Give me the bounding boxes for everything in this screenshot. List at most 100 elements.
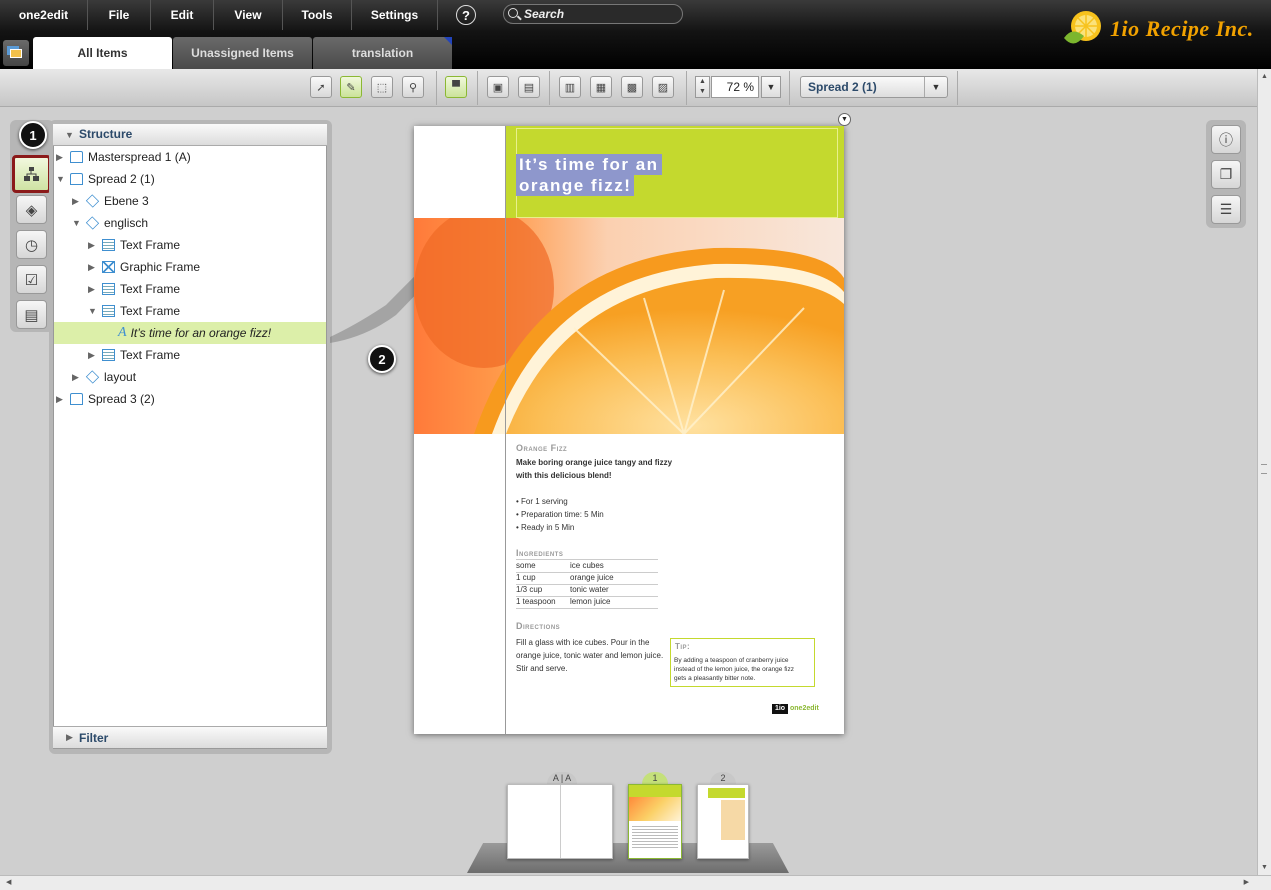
bullet-ready[interactable]: • Ready in 5 Min <box>516 523 574 532</box>
toolbar-divider <box>549 71 550 105</box>
tree-item[interactable]: ▶ layout <box>54 366 326 388</box>
select-tool-icon[interactable]: ➚ <box>310 76 332 98</box>
recipe-title[interactable]: Orange Fizz <box>516 443 567 453</box>
pencil-tool-icon[interactable]: ✎ <box>340 76 362 98</box>
text-frame-icon <box>102 305 115 317</box>
directions-line-1[interactable]: Fill a glass with ice cubes. Pour in the <box>516 638 649 647</box>
intro-line-2[interactable]: with this delicious blend! <box>516 471 612 480</box>
tree-item[interactable]: ▼ englisch <box>54 212 326 234</box>
menu-one2edit[interactable]: one2edit <box>0 0 88 30</box>
history-clock-icon[interactable]: ◷ <box>16 230 47 259</box>
menu-file[interactable]: File <box>88 0 151 30</box>
expand-arrow-icon[interactable]: ▼ <box>88 306 102 316</box>
comments-icon[interactable]: ▤ <box>16 300 47 329</box>
menu-settings[interactable]: Settings <box>352 0 438 30</box>
structure-panel-header[interactable]: Structure <box>53 124 327 146</box>
expand-arrow-icon[interactable]: ▶ <box>56 394 70 405</box>
bullet-serving[interactable]: • For 1 serving <box>516 497 568 506</box>
expand-arrow-icon[interactable]: ▶ <box>88 284 102 295</box>
expand-arrow-icon[interactable]: ▼ <box>56 174 70 184</box>
tree-item[interactable]: ▶ Graphic Frame <box>54 256 326 278</box>
expand-arrow-icon[interactable]: ▶ <box>72 372 86 383</box>
thumbnail-page-2[interactable] <box>697 784 749 859</box>
page-icon <box>70 151 83 163</box>
ingredient-row[interactable]: some ice cubes <box>516 561 658 573</box>
frame-tool-icon[interactable]: ⬚ <box>371 76 393 98</box>
structure-icon[interactable] <box>12 155 51 193</box>
info-icon[interactable]: ⓘ <box>1211 125 1241 154</box>
orange-photo[interactable] <box>414 218 844 434</box>
thumbnail-page-1[interactable] <box>628 784 682 859</box>
ingredient-row[interactable]: 1 teaspoon lemon juice <box>516 597 658 609</box>
callout-marker-2: 2 <box>368 345 396 373</box>
intro-line-1[interactable]: Make boring orange juice tangy and fizzy <box>516 458 672 467</box>
page-icon <box>70 393 83 405</box>
expand-arrow-icon[interactable]: ▶ <box>88 350 102 361</box>
menu-tools[interactable]: Tools <box>283 0 352 30</box>
expand-arrow-icon[interactable]: ▶ <box>88 240 102 251</box>
tree-item[interactable]: ▶ Text Frame <box>54 278 326 300</box>
expand-arrow-icon[interactable]: ▶ <box>88 262 102 273</box>
one2edit-logo-icon: 1io <box>772 704 788 714</box>
vertical-scrollbar[interactable]: ▲ ▼ <box>1257 69 1271 875</box>
title-line-1[interactable]: It’s time for an <box>516 154 662 175</box>
thumbnail-masterspread[interactable] <box>507 784 613 859</box>
search-input[interactable]: Search <box>503 4 683 24</box>
tree-item[interactable]: ▶ Ebene 3 <box>54 190 326 212</box>
tasks-check-icon[interactable]: ☑ <box>16 265 47 294</box>
tree-item[interactable]: ▼ Spread 2 (1) <box>54 168 326 190</box>
tree-item[interactable]: ▶ Text Frame <box>54 344 326 366</box>
tree-item-label: Text Frame <box>120 238 181 252</box>
tree-item-selected[interactable]: A It’s time for an orange fizz! <box>54 322 326 344</box>
expand-arrow-icon[interactable]: ▶ <box>56 152 70 163</box>
menu-edit[interactable]: Edit <box>151 0 214 30</box>
tree-item-label: Text Frame <box>120 348 181 362</box>
tree-item[interactable]: ▶ Spread 3 (2) <box>54 388 326 410</box>
page-guide-line <box>505 126 506 734</box>
directions-line-2[interactable]: orange juice, tonic water and lemon juic… <box>516 651 663 660</box>
menu-view[interactable]: View <box>214 0 283 30</box>
expand-arrow-icon[interactable]: ▶ <box>72 196 86 207</box>
filter-panel-header[interactable]: Filter <box>53 726 327 748</box>
single-page-icon[interactable]: ▥ <box>559 76 581 98</box>
layers-icon[interactable]: ◈ <box>16 195 47 224</box>
expand-arrow-icon[interactable]: ▼ <box>72 218 86 228</box>
thumb-label-2: 2 <box>710 772 736 784</box>
text-view-icon[interactable]: ▤ <box>518 76 540 98</box>
page-menu-icon[interactable]: ▼ <box>838 113 851 126</box>
image-view-icon[interactable]: ▣ <box>487 76 509 98</box>
list-icon[interactable]: ☰ <box>1211 195 1241 224</box>
chevron-down-icon[interactable]: ▼ <box>924 77 947 97</box>
directions-heading[interactable]: Directions <box>516 621 560 631</box>
zoom-stepper[interactable]: ▲ ▼ <box>695 76 710 98</box>
ingredient-row[interactable]: 1/3 cup tonic water <box>516 585 658 597</box>
preview-icon[interactable]: ▨ <box>652 76 674 98</box>
horizontal-scrollbar[interactable]: ◀ ▶ <box>0 875 1271 890</box>
tree-item[interactable]: ▶ Masterspread 1 (A) <box>54 146 326 168</box>
help-icon[interactable]: ? <box>456 5 476 25</box>
tip-line-3: gets a pleasantly bitter note. <box>674 675 756 682</box>
ingredients-rule <box>516 559 658 560</box>
comment-tool-icon[interactable]: ▀ <box>445 76 467 98</box>
tree-item[interactable]: ▶ Text Frame <box>54 234 326 256</box>
tree-item[interactable]: ▼ Text Frame <box>54 300 326 322</box>
expand-triangle-icon[interactable]: ▶ <box>66 732 73 743</box>
ingredient-row[interactable]: 1 cup orange juice <box>516 573 658 585</box>
title-line-2[interactable]: orange fizz! <box>516 175 635 196</box>
ingredient-qty: 1 cup <box>516 573 536 582</box>
footer-logo-text: one2edit <box>790 705 819 712</box>
pages-icon[interactable]: ❐ <box>1211 160 1241 189</box>
bullet-prep-time[interactable]: • Preparation time: 5 Min <box>516 510 604 519</box>
ingredients-heading[interactable]: Ingredients <box>516 548 563 558</box>
grid-view-icon[interactable]: ▩ <box>621 76 643 98</box>
tab-all-items[interactable]: All Items <box>33 37 172 69</box>
tab-translation[interactable]: translation <box>313 37 452 69</box>
zoom-field[interactable]: 72 % <box>711 76 759 98</box>
zoom-tool-icon[interactable]: ⚲ <box>402 76 424 98</box>
collapse-triangle-icon[interactable]: ▼ <box>65 130 74 140</box>
workspace-icon[interactable] <box>3 40 29 66</box>
directions-line-3[interactable]: Stir and serve. <box>516 664 568 673</box>
tab-unassigned-items[interactable]: Unassigned Items <box>173 37 312 69</box>
zoom-dropdown-icon[interactable]: ▼ <box>761 76 781 98</box>
double-page-icon[interactable]: ▦ <box>590 76 612 98</box>
